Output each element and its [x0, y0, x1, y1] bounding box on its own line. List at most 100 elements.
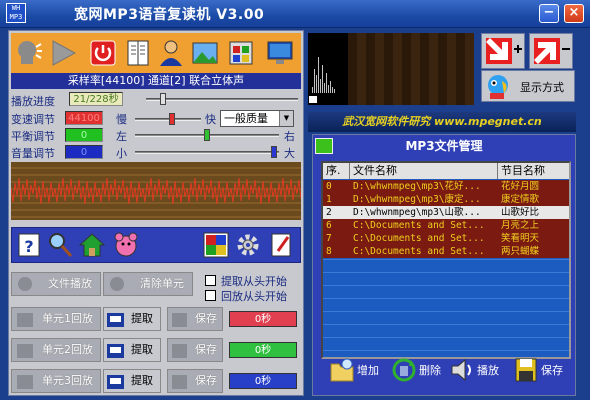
progress-slider-thumb[interactable] [159, 93, 166, 105]
speaker-play-icon [451, 358, 471, 382]
extract-from-start-checkbox[interactable] [205, 275, 216, 286]
notepad-icon[interactable] [268, 231, 296, 259]
delete-button[interactable]: 删除 [391, 355, 441, 385]
col-header-filename[interactable]: 文件名称 [350, 163, 498, 179]
unit-time: 0秒 [229, 342, 297, 358]
volume-low-label: 小 [116, 147, 127, 160]
display-mode-label: 显示方式 [520, 81, 564, 94]
unit-time: 0秒 [229, 373, 297, 389]
file-no: 2 [326, 207, 332, 218]
expand-left-button[interactable] [481, 33, 525, 69]
website-banner[interactable]: 武汉宽网软件研究 www.mpegnet.cn [308, 112, 576, 132]
file-no: 0 [326, 181, 332, 192]
save-disk-icon [172, 344, 187, 358]
file-row[interactable]: 8 C:\Documents and Set... 两只蝴蝶 [323, 245, 569, 258]
balance-value: 0 [65, 128, 103, 142]
app-logo-icon: WH MP3 [6, 3, 26, 23]
play-file-button[interactable]: 播放 [449, 355, 499, 385]
display-mode-button[interactable]: 显示方式 [481, 70, 575, 102]
speed-slider-thumb[interactable] [169, 113, 175, 125]
col-header-no[interactable]: 序. [323, 163, 350, 179]
save-disk-icon [172, 313, 187, 327]
mascot-icon[interactable] [112, 231, 140, 259]
unit-replay-label: 单元3回放 [42, 374, 93, 387]
parrot-icon [488, 75, 508, 99]
file-row[interactable]: 0 D:\whwnmpeg\mp3\花好... 花好月圆 [323, 180, 569, 193]
unit-save-label: 保存 [195, 374, 217, 387]
replay-from-start-checkbox[interactable] [205, 290, 216, 301]
unit-extract-button[interactable]: 提取 [103, 338, 161, 362]
col-header-title[interactable]: 节目名称 [498, 163, 569, 179]
file-row[interactable]: 6 C:\Documents and Set... 月亮之上 [323, 219, 569, 232]
file-no: 1 [326, 194, 332, 205]
clear-units-button[interactable]: 清除单元 [103, 272, 193, 296]
file-title: 笑看明天 [501, 233, 540, 244]
help-icon[interactable]: ? [16, 231, 44, 259]
play-file-label: 播放 [477, 364, 499, 377]
magnifier-person-icon[interactable] [46, 231, 74, 259]
chevron-down-icon[interactable]: ▼ [279, 111, 293, 126]
delete-label: 删除 [419, 364, 441, 377]
volume-slider-thumb[interactable] [271, 146, 277, 158]
unit-save-label: 保存 [195, 312, 217, 325]
file-manager-title: MP3文件管理 [405, 139, 483, 153]
power-stop-icon[interactable] [89, 37, 117, 69]
speed-fast-label: 快 [205, 113, 216, 126]
balance-right-label: 右 [284, 130, 295, 143]
speed-slow-label: 慢 [116, 113, 127, 126]
unit-replay-button[interactable]: 单元1回放 [11, 307, 101, 331]
unit-extract-button[interactable]: 提取 [103, 307, 161, 331]
volume-slider-track[interactable] [135, 151, 279, 154]
unit-extract-button[interactable]: 提取 [103, 369, 161, 393]
replay-from-start-label: 回放从头开始 [221, 290, 287, 303]
progress-slider-track[interactable] [146, 98, 298, 101]
quality-select[interactable]: 一般质量 ▼ [220, 110, 294, 127]
balance-slider-thumb[interactable] [204, 129, 210, 141]
file-no: 6 [326, 220, 332, 231]
unit-replay-label: 单元2回放 [42, 343, 93, 356]
speed-label: 变速调节 [11, 113, 55, 126]
record-voice-icon[interactable] [15, 37, 43, 69]
clear-units-label: 清除单元 [140, 277, 184, 290]
repeat-unit-icon [17, 313, 33, 327]
file-row[interactable]: 7 C:\Documents and Set... 笑看明天 [323, 232, 569, 245]
unit-save-button[interactable]: 保存 [167, 307, 223, 331]
file-row[interactable]: 1 D:\whwnmpeg\mp3\康定... 康定情歌 [323, 193, 569, 206]
add-folder-icon [330, 358, 354, 382]
gear-icon[interactable] [234, 231, 262, 259]
speed-slider-track[interactable] [135, 118, 201, 121]
unit-save-button[interactable]: 保存 [167, 369, 223, 393]
color-palette-icon[interactable] [202, 231, 230, 259]
add-button[interactable]: 增加 [329, 355, 379, 385]
user-icon[interactable] [157, 37, 185, 69]
file-path: C:\Documents and Set... [353, 220, 485, 231]
file-row-divider [323, 337, 569, 338]
unit-save-button[interactable]: 保存 [167, 338, 223, 362]
extract-device-icon [107, 344, 124, 358]
monitor-icon[interactable] [266, 37, 294, 69]
save-list-button[interactable]: 保存 [513, 355, 563, 385]
file-play-button[interactable]: 文件播放 [11, 272, 101, 296]
file-list[interactable]: 序. 文件名称 节目名称 0 D:\whwnmpeg\mp3\花好... 花好月… [321, 161, 571, 359]
shrink-right-button[interactable] [529, 33, 573, 69]
picture-icon[interactable] [191, 37, 219, 69]
file-row-divider [323, 285, 569, 286]
play-icon[interactable] [49, 37, 77, 69]
title-bar: WH MP3 宽网MP3语音复读机 V3.00 − × [0, 0, 590, 28]
volume-label: 音量调节 [11, 147, 55, 160]
file-list-header: 序. 文件名称 节目名称 [323, 163, 569, 179]
save-list-label: 保存 [541, 364, 563, 377]
face-icon [110, 277, 124, 291]
minimize-button[interactable]: − [539, 4, 559, 23]
home-icon[interactable] [78, 231, 106, 259]
windows-app-icon[interactable] [227, 37, 255, 69]
close-button[interactable]: × [564, 4, 584, 23]
unit-replay-button[interactable]: 单元2回放 [11, 338, 101, 362]
unit-replay-button[interactable]: 单元3回放 [11, 369, 101, 393]
file-path: D:\whwnmpeg\mp3\花好... [353, 181, 481, 192]
add-label: 增加 [357, 364, 379, 377]
file-row[interactable]: 2 D:\whwnmpeg\mp3\山歌... 山歌好比 [323, 206, 569, 219]
balance-label: 平衡调节 [11, 130, 55, 143]
book-icon[interactable] [124, 37, 152, 69]
spectrum-indicator [308, 95, 318, 104]
